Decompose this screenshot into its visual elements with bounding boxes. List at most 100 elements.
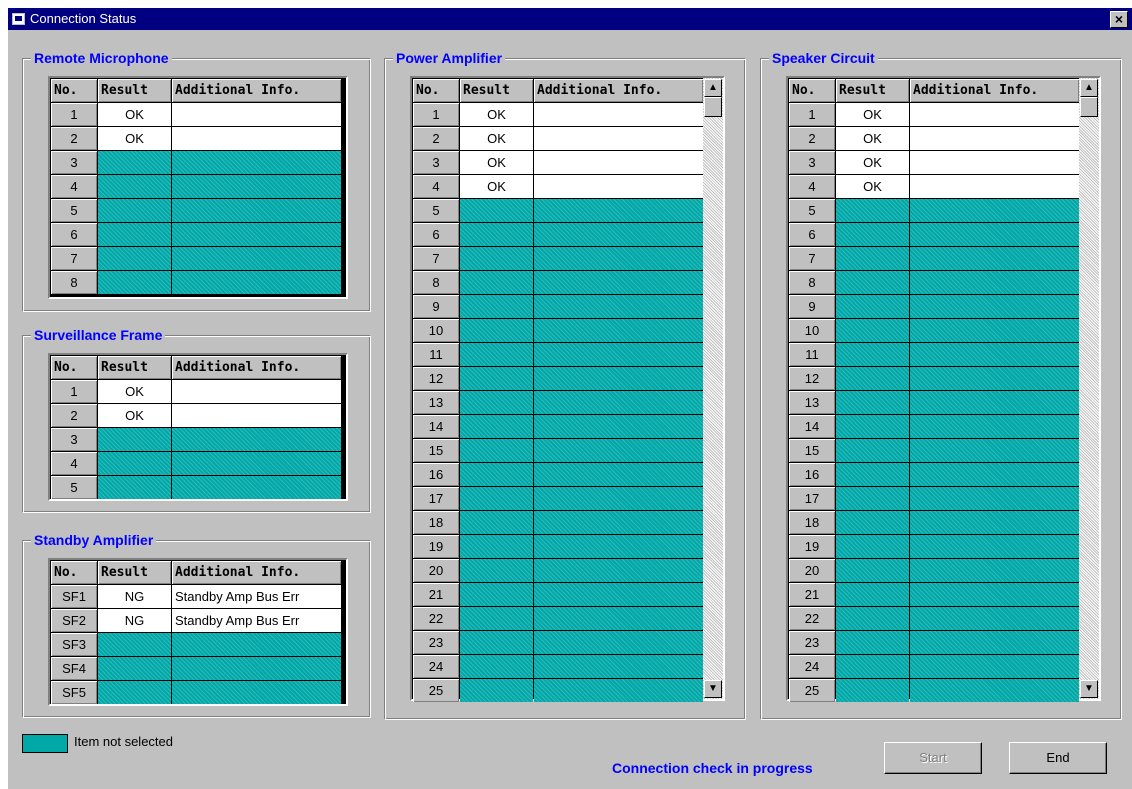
table-row[interactable]: 10	[413, 319, 703, 342]
table-row[interactable]: 24	[413, 655, 703, 678]
table-row[interactable]: 24	[789, 655, 1079, 678]
scrollbar-thumb[interactable]	[1080, 97, 1098, 117]
table-row[interactable]: 15	[413, 439, 703, 462]
table-row[interactable]: 3	[51, 428, 341, 451]
table-row[interactable]: 25	[789, 679, 1079, 702]
table-row[interactable]: 14	[789, 415, 1079, 438]
table-row[interactable]: 16	[413, 463, 703, 486]
table-row[interactable]: 12	[413, 367, 703, 390]
title-bar[interactable]: Connection Status ×	[8, 8, 1132, 30]
table-row[interactable]: 6	[51, 223, 341, 246]
table-row[interactable]: SF3	[51, 633, 341, 656]
table-row[interactable]: 20	[413, 559, 703, 582]
column-header-no[interactable]: No.	[51, 356, 97, 379]
table-row[interactable]: 7	[789, 247, 1079, 270]
power-amplifier-grid[interactable]: No. Result Additional Info. 1 OK 2 OK 3 OK 4 OK 5 6 7…	[410, 76, 725, 702]
table-row[interactable]: 3 OK	[413, 151, 703, 174]
table-row[interactable]: SF2 NG Standby Amp Bus Err	[51, 609, 341, 632]
table-row[interactable]: 13	[789, 391, 1079, 414]
table-row[interactable]: 2 OK	[413, 127, 703, 150]
table-row[interactable]: 11	[413, 343, 703, 366]
table-row[interactable]: 3 OK	[789, 151, 1079, 174]
table-row[interactable]: 9	[413, 295, 703, 318]
scroll-down-arrow-icon[interactable]: ▼	[1080, 680, 1098, 698]
table-row[interactable]: 4 OK	[413, 175, 703, 198]
table-row[interactable]: 1 OK	[789, 103, 1079, 126]
table-row[interactable]: 19	[789, 535, 1079, 558]
table-row[interactable]: 14	[413, 415, 703, 438]
column-header-result[interactable]: Result	[836, 79, 909, 102]
speaker-circuit-grid[interactable]: No. Result Additional Info. 1 OK 2 OK 3 OK 4 OK 5 6 7…	[786, 76, 1101, 702]
power-amplifier-scrollbar[interactable]: ▲ ▼	[703, 78, 723, 699]
column-header-result[interactable]: Result	[98, 561, 171, 584]
table-row[interactable]: 3	[51, 151, 341, 174]
end-button[interactable]: End	[1009, 742, 1107, 774]
table-row[interactable]: 17	[413, 487, 703, 510]
table-row[interactable]: 23	[413, 631, 703, 654]
column-header-additional-info[interactable]: Additional Info.	[172, 356, 341, 379]
table-row[interactable]: 10	[789, 319, 1079, 342]
table-row[interactable]: 5	[51, 199, 341, 222]
table-row[interactable]: SF5	[51, 681, 341, 704]
table-row[interactable]: 1 OK	[51, 103, 341, 126]
column-header-additional-info[interactable]: Additional Info.	[534, 79, 703, 102]
column-header-additional-info[interactable]: Additional Info.	[910, 79, 1079, 102]
table-row[interactable]: 21	[413, 583, 703, 606]
column-header-result[interactable]: Result	[98, 79, 171, 102]
table-row[interactable]: 7	[51, 247, 341, 270]
table-row[interactable]: 15	[789, 439, 1079, 462]
table-row[interactable]: SF1 NG Standby Amp Bus Err	[51, 585, 341, 608]
table-row[interactable]: 6	[789, 223, 1079, 246]
table-row[interactable]: 25	[413, 679, 703, 702]
start-button[interactable]: Start	[884, 742, 982, 774]
speaker-circuit-title: Speaker Circuit	[769, 50, 878, 66]
column-header-result[interactable]: Result	[460, 79, 533, 102]
table-row[interactable]: 16	[789, 463, 1079, 486]
scroll-up-arrow-icon[interactable]: ▲	[704, 79, 722, 97]
table-row[interactable]: 6	[413, 223, 703, 246]
table-row[interactable]: 1 OK	[413, 103, 703, 126]
table-row[interactable]: 23	[789, 631, 1079, 654]
table-row[interactable]: 4	[51, 175, 341, 198]
table-row[interactable]: 8	[413, 271, 703, 294]
table-row[interactable]: 7	[413, 247, 703, 270]
column-header-no[interactable]: No.	[51, 561, 97, 584]
table-row[interactable]: 2 OK	[51, 127, 341, 150]
row-number: 13	[413, 391, 459, 414]
table-row[interactable]: 8	[51, 271, 341, 294]
table-row[interactable]: 1 OK	[51, 380, 341, 403]
table-row[interactable]: 17	[789, 487, 1079, 510]
table-row[interactable]: 2 OK	[51, 404, 341, 427]
table-row[interactable]: 21	[789, 583, 1079, 606]
table-row[interactable]: 11	[789, 343, 1079, 366]
speaker-circuit-scrollbar[interactable]: ▲ ▼	[1079, 78, 1099, 699]
table-row[interactable]: 22	[413, 607, 703, 630]
column-header-result[interactable]: Result	[98, 356, 171, 379]
column-header-additional-info[interactable]: Additional Info.	[172, 79, 341, 102]
scrollbar-thumb[interactable]	[704, 97, 722, 117]
row-number: 2	[51, 404, 97, 427]
table-row[interactable]: 12	[789, 367, 1079, 390]
close-button[interactable]: ×	[1110, 11, 1128, 28]
table-row[interactable]: 2 OK	[789, 127, 1079, 150]
table-row[interactable]: 13	[413, 391, 703, 414]
table-row[interactable]: 4	[51, 452, 341, 475]
table-row[interactable]: 20	[789, 559, 1079, 582]
table-row[interactable]: SF4	[51, 657, 341, 680]
scroll-down-arrow-icon[interactable]: ▼	[704, 680, 722, 698]
table-row[interactable]: 9	[789, 295, 1079, 318]
column-header-no[interactable]: No.	[413, 79, 459, 102]
table-row[interactable]: 19	[413, 535, 703, 558]
table-row[interactable]: 5	[789, 199, 1079, 222]
column-header-no[interactable]: No.	[51, 79, 97, 102]
table-row[interactable]: 22	[789, 607, 1079, 630]
scroll-up-arrow-icon[interactable]: ▲	[1080, 79, 1098, 97]
table-row[interactable]: 5	[413, 199, 703, 222]
column-header-additional-info[interactable]: Additional Info.	[172, 561, 341, 584]
table-row[interactable]: 5	[51, 476, 341, 499]
table-row[interactable]: 18	[789, 511, 1079, 534]
table-row[interactable]: 8	[789, 271, 1079, 294]
table-row[interactable]: 4 OK	[789, 175, 1079, 198]
table-row[interactable]: 18	[413, 511, 703, 534]
column-header-no[interactable]: No.	[789, 79, 835, 102]
